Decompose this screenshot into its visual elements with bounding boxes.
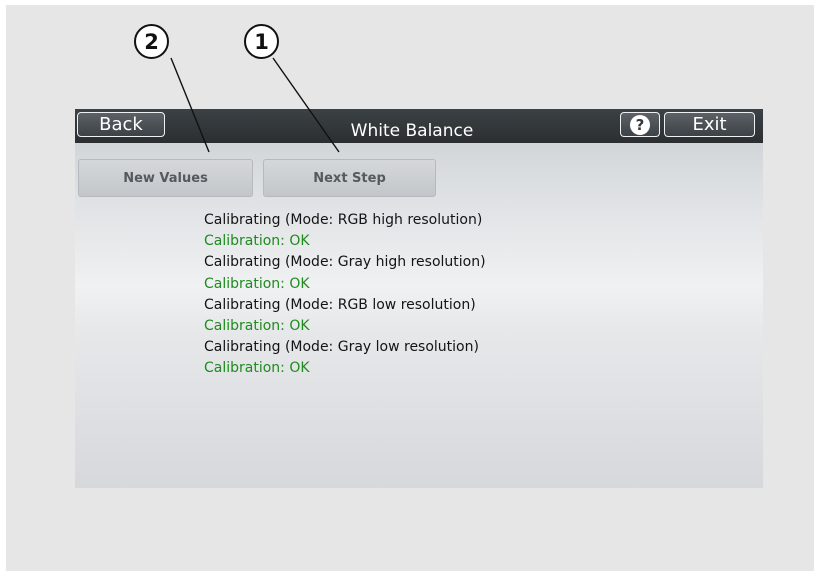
log-line-ok: Calibration: OK xyxy=(204,318,310,335)
log-line-ok: Calibration: OK xyxy=(204,275,310,292)
figure-frame: 2 1 Back White Balance ? Exit New Values… xyxy=(6,5,814,571)
white-balance-screen: Back White Balance ? Exit New Values Nex… xyxy=(75,109,763,488)
page-title: White Balance xyxy=(350,121,474,141)
log-line-calibrating: Calibrating (Mode: RGB high resolution) xyxy=(204,212,483,228)
help-icon: ? xyxy=(630,114,650,135)
log-line-ok: Calibration: OK xyxy=(204,360,310,377)
new-values-button[interactable]: New Values xyxy=(78,159,253,197)
log-line-calibrating: Calibrating (Mode: RGB low resolution) xyxy=(204,296,476,313)
callout-2: 2 xyxy=(134,24,169,59)
title-bar: Back White Balance ? Exit xyxy=(75,109,763,143)
log-line-ok: Calibration: OK xyxy=(204,233,310,250)
log-line-calibrating: Calibrating (Mode: Gray high resolution) xyxy=(204,254,486,271)
help-button[interactable]: ? xyxy=(620,112,660,137)
log-line-calibrating: Calibrating (Mode: Gray low resolution) xyxy=(204,339,479,356)
calibration-log: Calibrating (Mode: RGB high resolution) … xyxy=(204,210,486,380)
next-step-button[interactable]: Next Step xyxy=(263,159,436,197)
exit-button[interactable]: Exit xyxy=(664,112,755,137)
back-button[interactable]: Back xyxy=(77,112,165,137)
callout-1: 1 xyxy=(244,24,279,59)
